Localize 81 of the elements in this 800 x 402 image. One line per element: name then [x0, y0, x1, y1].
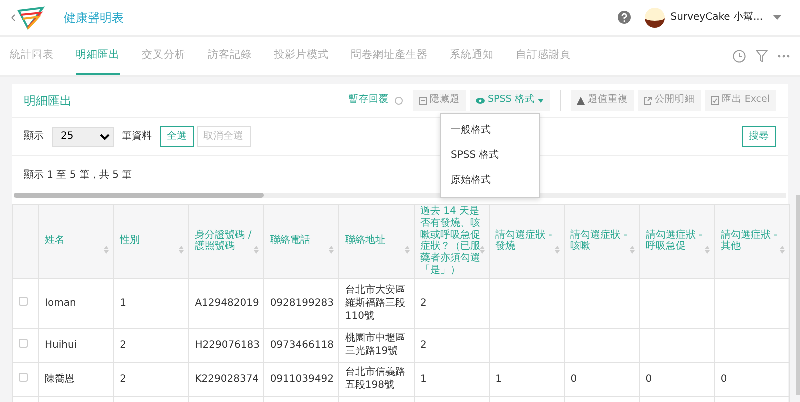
tab[interactable]: 明細匯出 — [76, 36, 120, 76]
column-header[interactable]: 性別 — [120, 235, 182, 248]
tab[interactable]: 問卷網址產生器 — [351, 36, 428, 76]
external-link-icon — [644, 96, 652, 104]
sort-icon[interactable] — [704, 246, 710, 254]
column-header[interactable]: 姓名 — [45, 235, 108, 248]
sort-icon[interactable] — [104, 246, 110, 254]
row-checkbox[interactable] — [19, 296, 28, 306]
filter-icon[interactable] — [756, 50, 768, 62]
user-name[interactable]: SurveyCake 小幫... — [670, 10, 763, 25]
table-cell: 2 — [420, 340, 427, 351]
table-cell: 0928199283 — [270, 298, 334, 309]
save-draft-link[interactable]: 暫存回覆 — [342, 90, 395, 111]
table-cell: 桃園市中壢區三光路19號 — [345, 333, 406, 358]
help-icon[interactable] — [618, 11, 631, 24]
tab[interactable]: 統計圖表 — [10, 36, 54, 76]
menu-item[interactable]: 一般格式 — [440, 118, 539, 144]
table-cell: 0973466118 — [270, 340, 334, 351]
table-cell: 0 — [646, 374, 652, 385]
table-cell: 台北市信義路五段198號 — [345, 367, 406, 392]
toolbar-button[interactable]: 題值重複 — [570, 90, 634, 111]
tab[interactable]: 交叉分析 — [142, 36, 186, 76]
sort-icon[interactable] — [329, 246, 334, 254]
menu-item[interactable]: 原始格式 — [440, 168, 539, 194]
table-cell: 1 — [496, 374, 502, 385]
vertical-scrollbar[interactable] — [796, 195, 800, 395]
table-cell: K229028374 — [195, 374, 260, 385]
document-icon — [710, 96, 719, 105]
table-cell: 陳喬恩 — [45, 374, 76, 385]
toolbar-button[interactable]: 公開明細 — [638, 90, 701, 111]
table-cell: 1 — [120, 298, 126, 309]
history-icon[interactable] — [733, 50, 746, 62]
table-cell: 2 — [120, 340, 126, 351]
sort-icon[interactable] — [179, 246, 184, 254]
row-checkbox[interactable] — [19, 372, 28, 382]
toolbar-button[interactable]: 匯出 Excel — [704, 90, 776, 111]
sort-icon[interactable] — [404, 246, 410, 254]
sort-icon[interactable] — [254, 246, 260, 254]
sort-icon[interactable] — [554, 246, 560, 254]
search-button[interactable]: 搜尋 — [742, 126, 776, 147]
sort-icon[interactable] — [780, 246, 785, 254]
row-checkbox[interactable] — [19, 338, 28, 348]
tab[interactable]: 系統通知 — [450, 36, 494, 76]
panel-title: 明細匯出 — [24, 92, 72, 110]
toolbar-button[interactable]: SPSS 格式 — [470, 90, 550, 111]
tab[interactable]: 自訂感謝頁 — [516, 36, 571, 76]
tab[interactable]: 投影片模式 — [274, 36, 329, 76]
table-cell: 台北市大安區羅斯福路三段110號 — [345, 284, 406, 322]
page-size-suffix: 筆資料 — [122, 130, 152, 144]
table-cell: 0 — [720, 374, 728, 385]
eye-icon — [476, 98, 485, 104]
horizontal-scrollbar[interactable] — [14, 193, 786, 198]
show-label: 顯示 — [24, 130, 44, 144]
minus-box-icon — [418, 96, 427, 104]
sort-icon[interactable] — [480, 246, 485, 254]
table-cell: 1 — [420, 374, 427, 385]
caret-icon — [538, 98, 544, 102]
table-cell: H229076183 — [195, 340, 260, 351]
info-icon — [394, 96, 403, 104]
page-size-select[interactable]: 25 — [52, 126, 114, 146]
select-button[interactable]: 全選 — [160, 126, 194, 147]
table-cell: 2 — [120, 374, 126, 385]
more-icon[interactable] — [778, 54, 790, 58]
logo-icon[interactable] — [10, 6, 46, 30]
table-cell: 2 — [420, 298, 427, 309]
warning-icon — [576, 96, 585, 104]
toolbar-button[interactable]: 隱藏題 — [412, 90, 466, 111]
caret-icon[interactable] — [773, 14, 782, 20]
survey-title: 健康聲明表 — [64, 10, 124, 26]
menu-item[interactable]: SPSS 格式 — [440, 143, 539, 168]
table-cell: 0911039492 — [270, 374, 334, 385]
avatar — [644, 8, 665, 28]
table-cell: Huihui — [45, 340, 78, 351]
tab[interactable]: 訪客記錄 — [208, 36, 252, 76]
column-header[interactable]: 聯絡電話 — [270, 235, 332, 248]
sort-icon[interactable] — [630, 246, 635, 254]
records-info: 顯示 1 至 5 筆，共 5 筆 — [24, 170, 132, 181]
table-cell: A129482019 — [195, 298, 260, 309]
column-header[interactable]: 聯絡地址 — [345, 235, 408, 248]
table-cell: 0 — [570, 374, 578, 385]
table-cell: Ioman — [45, 298, 76, 309]
